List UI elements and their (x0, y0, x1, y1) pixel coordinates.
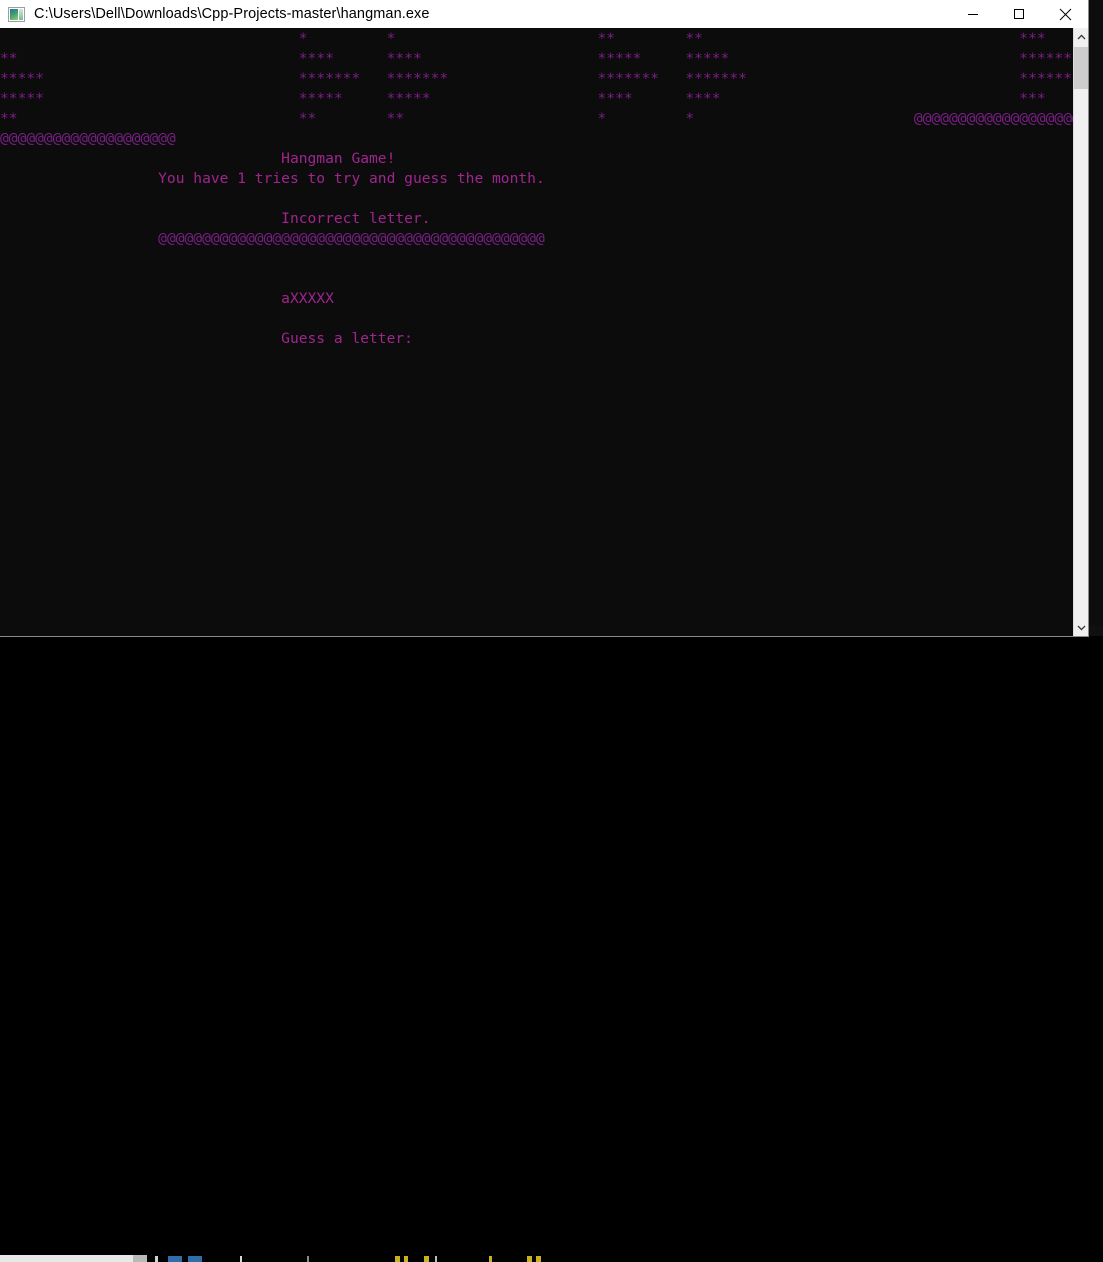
ascii-art-run: ***** (597, 50, 642, 67)
background-code-fragment (435, 1256, 437, 1262)
background-code-fragment (536, 1256, 541, 1262)
ascii-art-run: ******* (298, 70, 361, 87)
ascii-art-run: @@@@@@@@@@@@@@@@@@@@ (0, 130, 176, 147)
ascii-art-run: ***** (685, 50, 730, 67)
scroll-down-icon[interactable] (1074, 619, 1088, 636)
ascii-art-run: ****** (1019, 50, 1072, 67)
ascii-art-run: ***** (386, 90, 431, 107)
ascii-art-run: ** (298, 110, 317, 127)
close-button[interactable] (1042, 0, 1088, 28)
background-code-fragment (240, 1256, 242, 1262)
console-window[interactable]: C:\Users\Dell\Downloads\Cpp-Projects-mas… (0, 0, 1088, 636)
console-output-area[interactable]: * * ** ** *** * * * *** * *** * **** * **** * (0, 28, 1073, 636)
console-icon (8, 6, 25, 22)
ascii-art-run: * (685, 110, 695, 127)
background-window-gutter (0, 1255, 133, 1262)
scroll-up-icon[interactable] (1074, 28, 1088, 45)
ascii-art-run: ******* (597, 70, 660, 87)
ascii-art-run: ***** (0, 70, 44, 87)
console-icon-glyph-right (19, 8, 23, 20)
ascii-art-run: * (386, 30, 396, 47)
ascii-art-run: @@@@@@@@@@@@@@@@@@@@@@@@ (913, 110, 1073, 127)
background-window-gutter-secondary (133, 1255, 147, 1262)
ascii-art-run: ** (386, 110, 405, 127)
ascii-art-run: * (298, 30, 308, 47)
scrollbar-track[interactable] (1074, 89, 1088, 619)
background-code-fragment (404, 1256, 408, 1262)
ascii-art-run: ** (0, 50, 18, 67)
ascii-art-run: * (597, 110, 607, 127)
background-code-fragment (489, 1256, 492, 1262)
background-code-fragment (307, 1256, 309, 1262)
ascii-art-run: ******* (386, 70, 449, 87)
ascii-art-run: ***** (298, 90, 343, 107)
console-scrollbar[interactable] (1073, 28, 1088, 636)
title-bar[interactable]: C:\Users\Dell\Downloads\Cpp-Projects-mas… (0, 0, 1088, 29)
ascii-art-run: *** (1019, 30, 1046, 47)
background-code-fragment (395, 1256, 400, 1262)
ascii-art-run: ****** (1019, 70, 1072, 87)
background-code-fragment (155, 1256, 158, 1262)
ascii-art-run: ** (685, 30, 703, 47)
ascii-art-run: ******* (685, 70, 747, 87)
ascii-art-run: ** (597, 30, 616, 47)
minimize-button[interactable] (950, 0, 996, 28)
ascii-art-run: ***** (0, 90, 44, 107)
ascii-art-run: @@@@@@@@@@@@@@@@@@@@@@@@@@@@@@@@@@@@@@@@… (158, 230, 545, 247)
console-icon-glyph-left (10, 8, 18, 20)
ascii-art-run: **** (685, 90, 721, 107)
ascii-art-run: **** (597, 90, 633, 107)
ascii-art-run: **** (386, 50, 422, 67)
maximize-button[interactable] (996, 0, 1042, 28)
scrollbar-thumb[interactable] (1074, 47, 1088, 89)
background-code-fragment (188, 1256, 202, 1262)
window-controls (950, 0, 1088, 28)
background-code-fragment (424, 1256, 429, 1262)
console-text: * * ** ** *** * * * *** * *** * **** * **** * (0, 28, 1073, 349)
ascii-art-run: **** (298, 50, 334, 67)
ascii-art-run: ** (0, 110, 18, 127)
background-code-fragment (527, 1256, 532, 1262)
ascii-art-run: *** (1019, 90, 1046, 107)
window-title: C:\Users\Dell\Downloads\Cpp-Projects-mas… (34, 6, 430, 22)
background-code-fragment (168, 1256, 182, 1262)
